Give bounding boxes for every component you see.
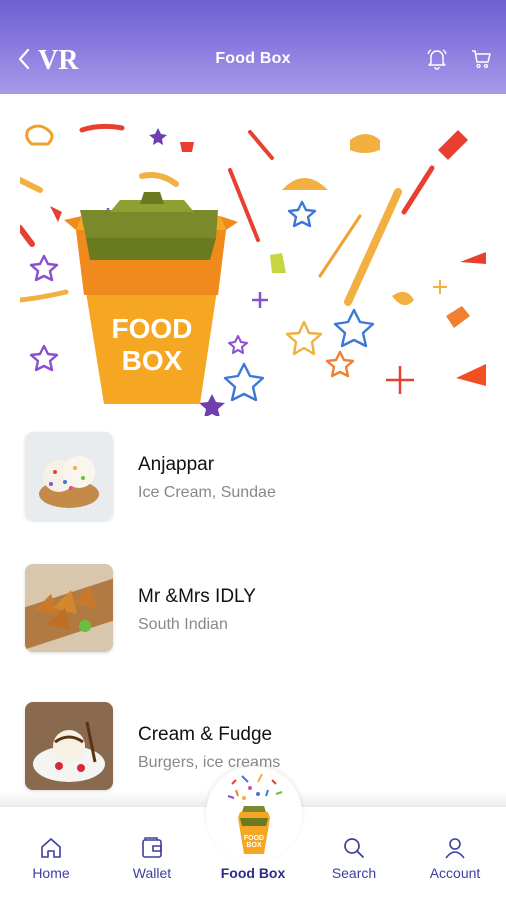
wallet-icon — [142, 837, 162, 858]
svg-text:BOX: BOX — [122, 345, 183, 376]
nav-account-label: Account — [429, 865, 481, 881]
nav-search[interactable]: Search — [304, 807, 404, 900]
restaurant-cuisine: Ice Cream, Sundae — [138, 484, 276, 501]
nav-wallet-label: Wallet — [132, 865, 172, 881]
chevron-left-icon — [18, 48, 30, 70]
food-box-fab[interactable]: FOOD BOX — [206, 766, 302, 862]
nav-account[interactable]: Account — [405, 807, 505, 900]
restaurant-item[interactable]: Anjappar Ice Cream, Sundae — [0, 432, 506, 522]
restaurant-cuisine: South Indian — [138, 616, 228, 633]
restaurant-name: Cream & Fudge — [138, 724, 273, 745]
bell-icon — [427, 49, 447, 70]
banner-illustration: FOOD BOX — [20, 123, 486, 416]
nav-home-label: Home — [32, 865, 70, 881]
account-icon — [445, 838, 465, 859]
restaurant-thumbnail — [25, 702, 113, 790]
restaurant-item[interactable]: Mr &Mrs IDLY South Indian — [0, 564, 506, 654]
restaurant-name: Anjappar — [138, 454, 215, 475]
cart-icon — [472, 50, 491, 69]
restaurant-name: Mr &Mrs IDLY — [138, 586, 256, 607]
notifications-button[interactable] — [422, 44, 452, 74]
app-header: VR Food Box — [0, 0, 506, 94]
svg-text:BOX: BOX — [246, 842, 262, 849]
food-box-icon: FOOD BOX — [227, 773, 283, 854]
nav-search-label: Search — [331, 865, 377, 881]
search-icon — [344, 838, 364, 858]
cart-button[interactable] — [466, 44, 496, 74]
nav-wallet[interactable]: Wallet — [102, 807, 202, 900]
nav-food-box-label: Food Box — [220, 865, 286, 881]
restaurant-thumbnail — [25, 564, 113, 652]
svg-text:VR: VR — [38, 45, 79, 74]
restaurant-thumbnail — [25, 432, 113, 520]
nav-home[interactable]: Home — [1, 807, 101, 900]
food-box-banner[interactable]: FOOD BOX — [20, 120, 486, 416]
food-box-graphic: FOOD BOX — [64, 192, 238, 404]
back-button[interactable] — [12, 44, 36, 74]
svg-text:FOOD: FOOD — [244, 835, 264, 842]
svg-text:FOOD: FOOD — [112, 313, 193, 344]
app-logo[interactable]: VR — [38, 42, 88, 76]
home-icon — [41, 838, 61, 858]
